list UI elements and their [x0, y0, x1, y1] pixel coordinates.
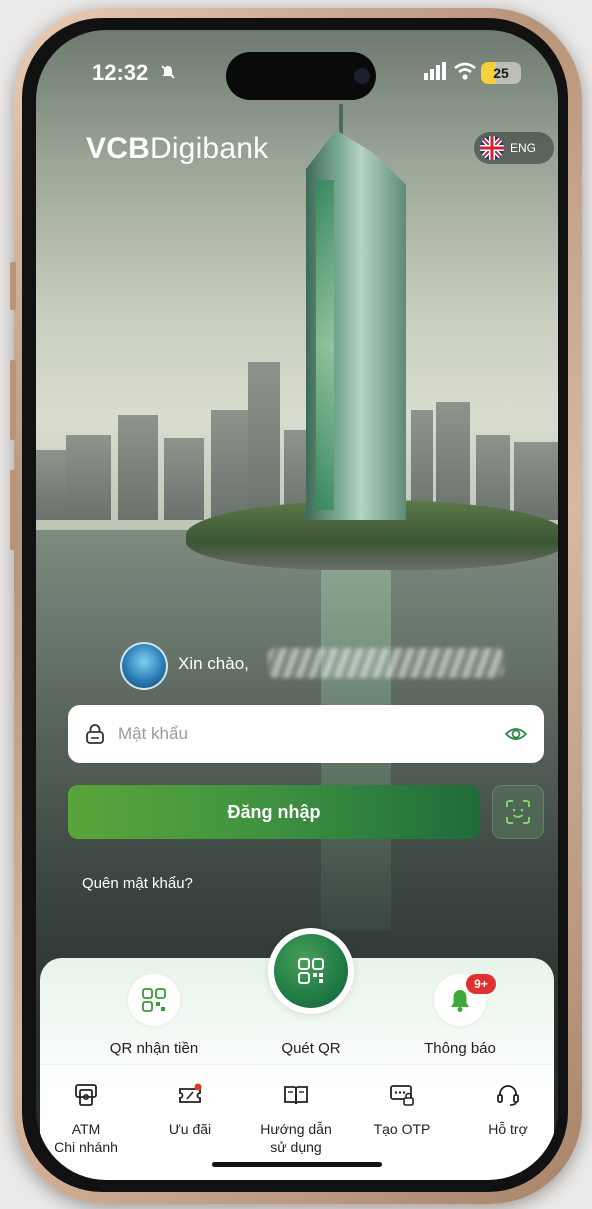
front-camera [354, 68, 370, 84]
background-building [164, 438, 204, 520]
face-id-icon [506, 800, 530, 824]
voucher-icon [179, 1083, 202, 1103]
volume-up-button [10, 360, 16, 440]
nav-item-support[interactable]: Hỗ trợ [458, 1082, 558, 1138]
nav-item-create-otp[interactable]: Tạo OTP [352, 1082, 452, 1138]
nav-item-offers[interactable]: Ưu đãi [140, 1082, 240, 1138]
background-building [118, 415, 158, 520]
background-building [248, 362, 280, 520]
background-building [211, 410, 249, 520]
background-building [36, 450, 66, 520]
eye-icon[interactable] [504, 724, 528, 744]
action-button [10, 262, 16, 310]
language-toggle-button[interactable]: ENG [474, 132, 554, 164]
atm-icon [75, 1084, 97, 1106]
greeting-text: Xin chào, [178, 654, 249, 673]
language-label: ENG [510, 141, 537, 155]
book-icon [284, 1086, 308, 1105]
headset-icon [497, 1085, 519, 1106]
qr-receive-icon [142, 988, 166, 1012]
bell-slash-icon [161, 65, 175, 79]
qr-receive-icon-wrap[interactable] [128, 974, 180, 1026]
notification-badge: 9+ [466, 974, 496, 994]
scan-qr-button[interactable] [268, 928, 354, 1014]
divider [40, 1064, 554, 1065]
signal-icon [424, 62, 446, 80]
otp-icon [390, 1085, 414, 1106]
nav-label-offers: Ưu đãi [168, 1121, 212, 1137]
nav-label-user-guide: Hướng dẫn sử dụng [260, 1121, 332, 1155]
avatar[interactable] [120, 642, 168, 690]
nav-label-create-otp: Tạo OTP [373, 1121, 431, 1137]
nav-label-atm-branch: ATM Chi nhánh [54, 1121, 118, 1155]
background-building [66, 435, 111, 520]
lock-icon [86, 724, 104, 744]
blurred-username [268, 648, 504, 678]
battery-indicator: 25 [481, 62, 521, 84]
volume-down-button [10, 470, 16, 550]
scan-qr-label[interactable]: Quét QR [261, 1040, 361, 1057]
background-building [514, 442, 558, 520]
logo-regular-text: Digibank [149, 132, 269, 165]
nav-item-user-guide[interactable]: Hướng dẫn sử dụng [246, 1082, 346, 1156]
scan-qr-circle [274, 934, 348, 1008]
nav-label-support: Hỗ trợ [488, 1121, 528, 1137]
wifi-icon [454, 62, 476, 80]
face-id-button[interactable] [492, 785, 544, 839]
uk-flag-icon [480, 136, 504, 160]
tower-accent [316, 180, 334, 510]
app-logo: VCBDigibank [86, 132, 268, 166]
login-button[interactable]: Đăng nhập [68, 785, 480, 839]
password-input[interactable] [118, 724, 504, 744]
qr-receive-label[interactable]: QR nhận tiền [98, 1040, 210, 1057]
home-indicator[interactable] [212, 1162, 382, 1167]
status-time: 12:32 [92, 60, 149, 85]
logo-bold-text: VCB [86, 132, 150, 165]
app-screen: 12:32 25 VCBDigibank ENG Xin chào, Đăng … [36, 30, 558, 1180]
forgot-password-link[interactable]: Quên mật khẩu? [82, 875, 193, 892]
scan-qr-icon [298, 958, 324, 984]
notifications-label[interactable]: Thông báo [404, 1040, 516, 1057]
nav-item-atm-branch[interactable]: ATM Chi nhánh [36, 1082, 136, 1156]
password-field[interactable] [68, 705, 544, 763]
